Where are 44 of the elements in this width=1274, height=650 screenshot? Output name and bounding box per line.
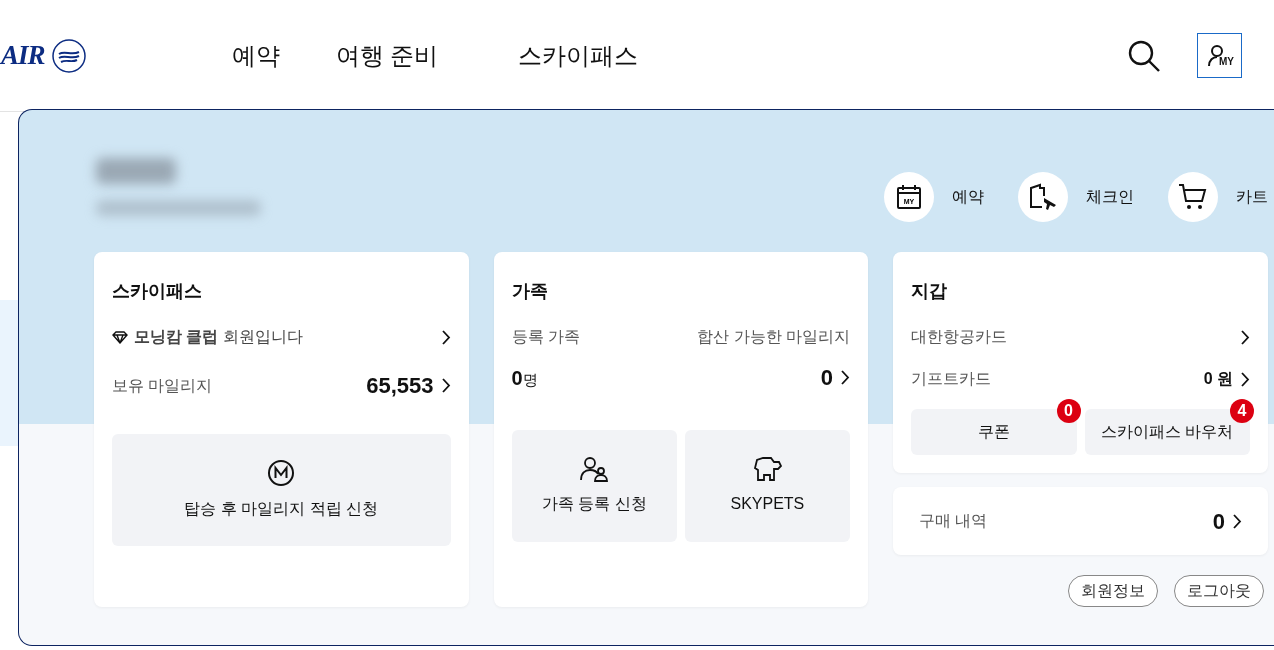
wallet-item[interactable]: 대한항공카드 <box>911 325 1007 349</box>
mileage-icon <box>267 459 296 487</box>
chevron-right-icon <box>441 329 451 345</box>
skyteam-logo-icon <box>50 37 87 74</box>
combinable-mileage-value: 0 <box>820 364 833 392</box>
my-label: MY <box>1219 56 1234 67</box>
tile-button[interactable]: 가족 등록 신청 <box>511 430 677 542</box>
mileage-value: 65,553 <box>366 372 434 400</box>
diamond-icon <box>112 330 128 344</box>
mileage-claim-button[interactable]: 탑승 후 마일리지 적립 신청 <box>112 434 451 546</box>
purchase-count: 0 <box>1212 507 1225 536</box>
membership-text: 모닝캄 클럽 회원입니다 <box>134 327 303 347</box>
my-page-button[interactable]: MY <box>1197 33 1242 78</box>
family-count: 0명 <box>511 365 538 391</box>
search-icon[interactable] <box>1127 38 1161 73</box>
field-label: 합산 가능한 마일리지 <box>697 327 850 347</box>
chevron-right-icon <box>441 378 451 393</box>
quick-link[interactable]: 카트 <box>1236 185 1268 209</box>
count-badge: 0 <box>1056 399 1081 423</box>
people-icon <box>580 456 609 482</box>
card-title: 가족 <box>511 280 549 303</box>
tile-button[interactable]: SKYPETS <box>684 430 850 542</box>
wallet-item[interactable]: 기프트카드 <box>911 367 991 391</box>
card-title: 지갑 <box>911 280 948 303</box>
outline-button[interactable]: 회원정보 <box>1068 575 1158 607</box>
quick-link[interactable]: 예약 <box>952 185 984 209</box>
mileage-label: 보유 마일리지 <box>112 375 213 396</box>
quick-link[interactable]: 체크인 <box>1086 185 1134 209</box>
cart-icon <box>1178 182 1208 212</box>
dog-icon <box>752 456 783 482</box>
chevron-right-icon <box>841 370 850 385</box>
purchase-history-label: 구매 내역 <box>919 511 988 531</box>
outline-button[interactable]: 로그아웃 <box>1174 575 1264 607</box>
chevron-right-icon <box>1241 371 1250 387</box>
field-label: 등록 가족 <box>511 327 580 347</box>
nav-link[interactable]: 여행 준비 <box>335 37 439 74</box>
wallet-value: 0 원 <box>1203 369 1233 389</box>
nav-link[interactable]: 스카이패스 <box>518 37 639 74</box>
count-badge: 4 <box>1230 399 1254 423</box>
card-title: 스카이패스 <box>112 280 203 303</box>
nav-link[interactable]: 예약 <box>231 37 280 74</box>
chevron-right-icon <box>1233 513 1242 529</box>
logo-text: AIR <box>1 39 45 73</box>
chevron-right-icon <box>1241 329 1250 345</box>
